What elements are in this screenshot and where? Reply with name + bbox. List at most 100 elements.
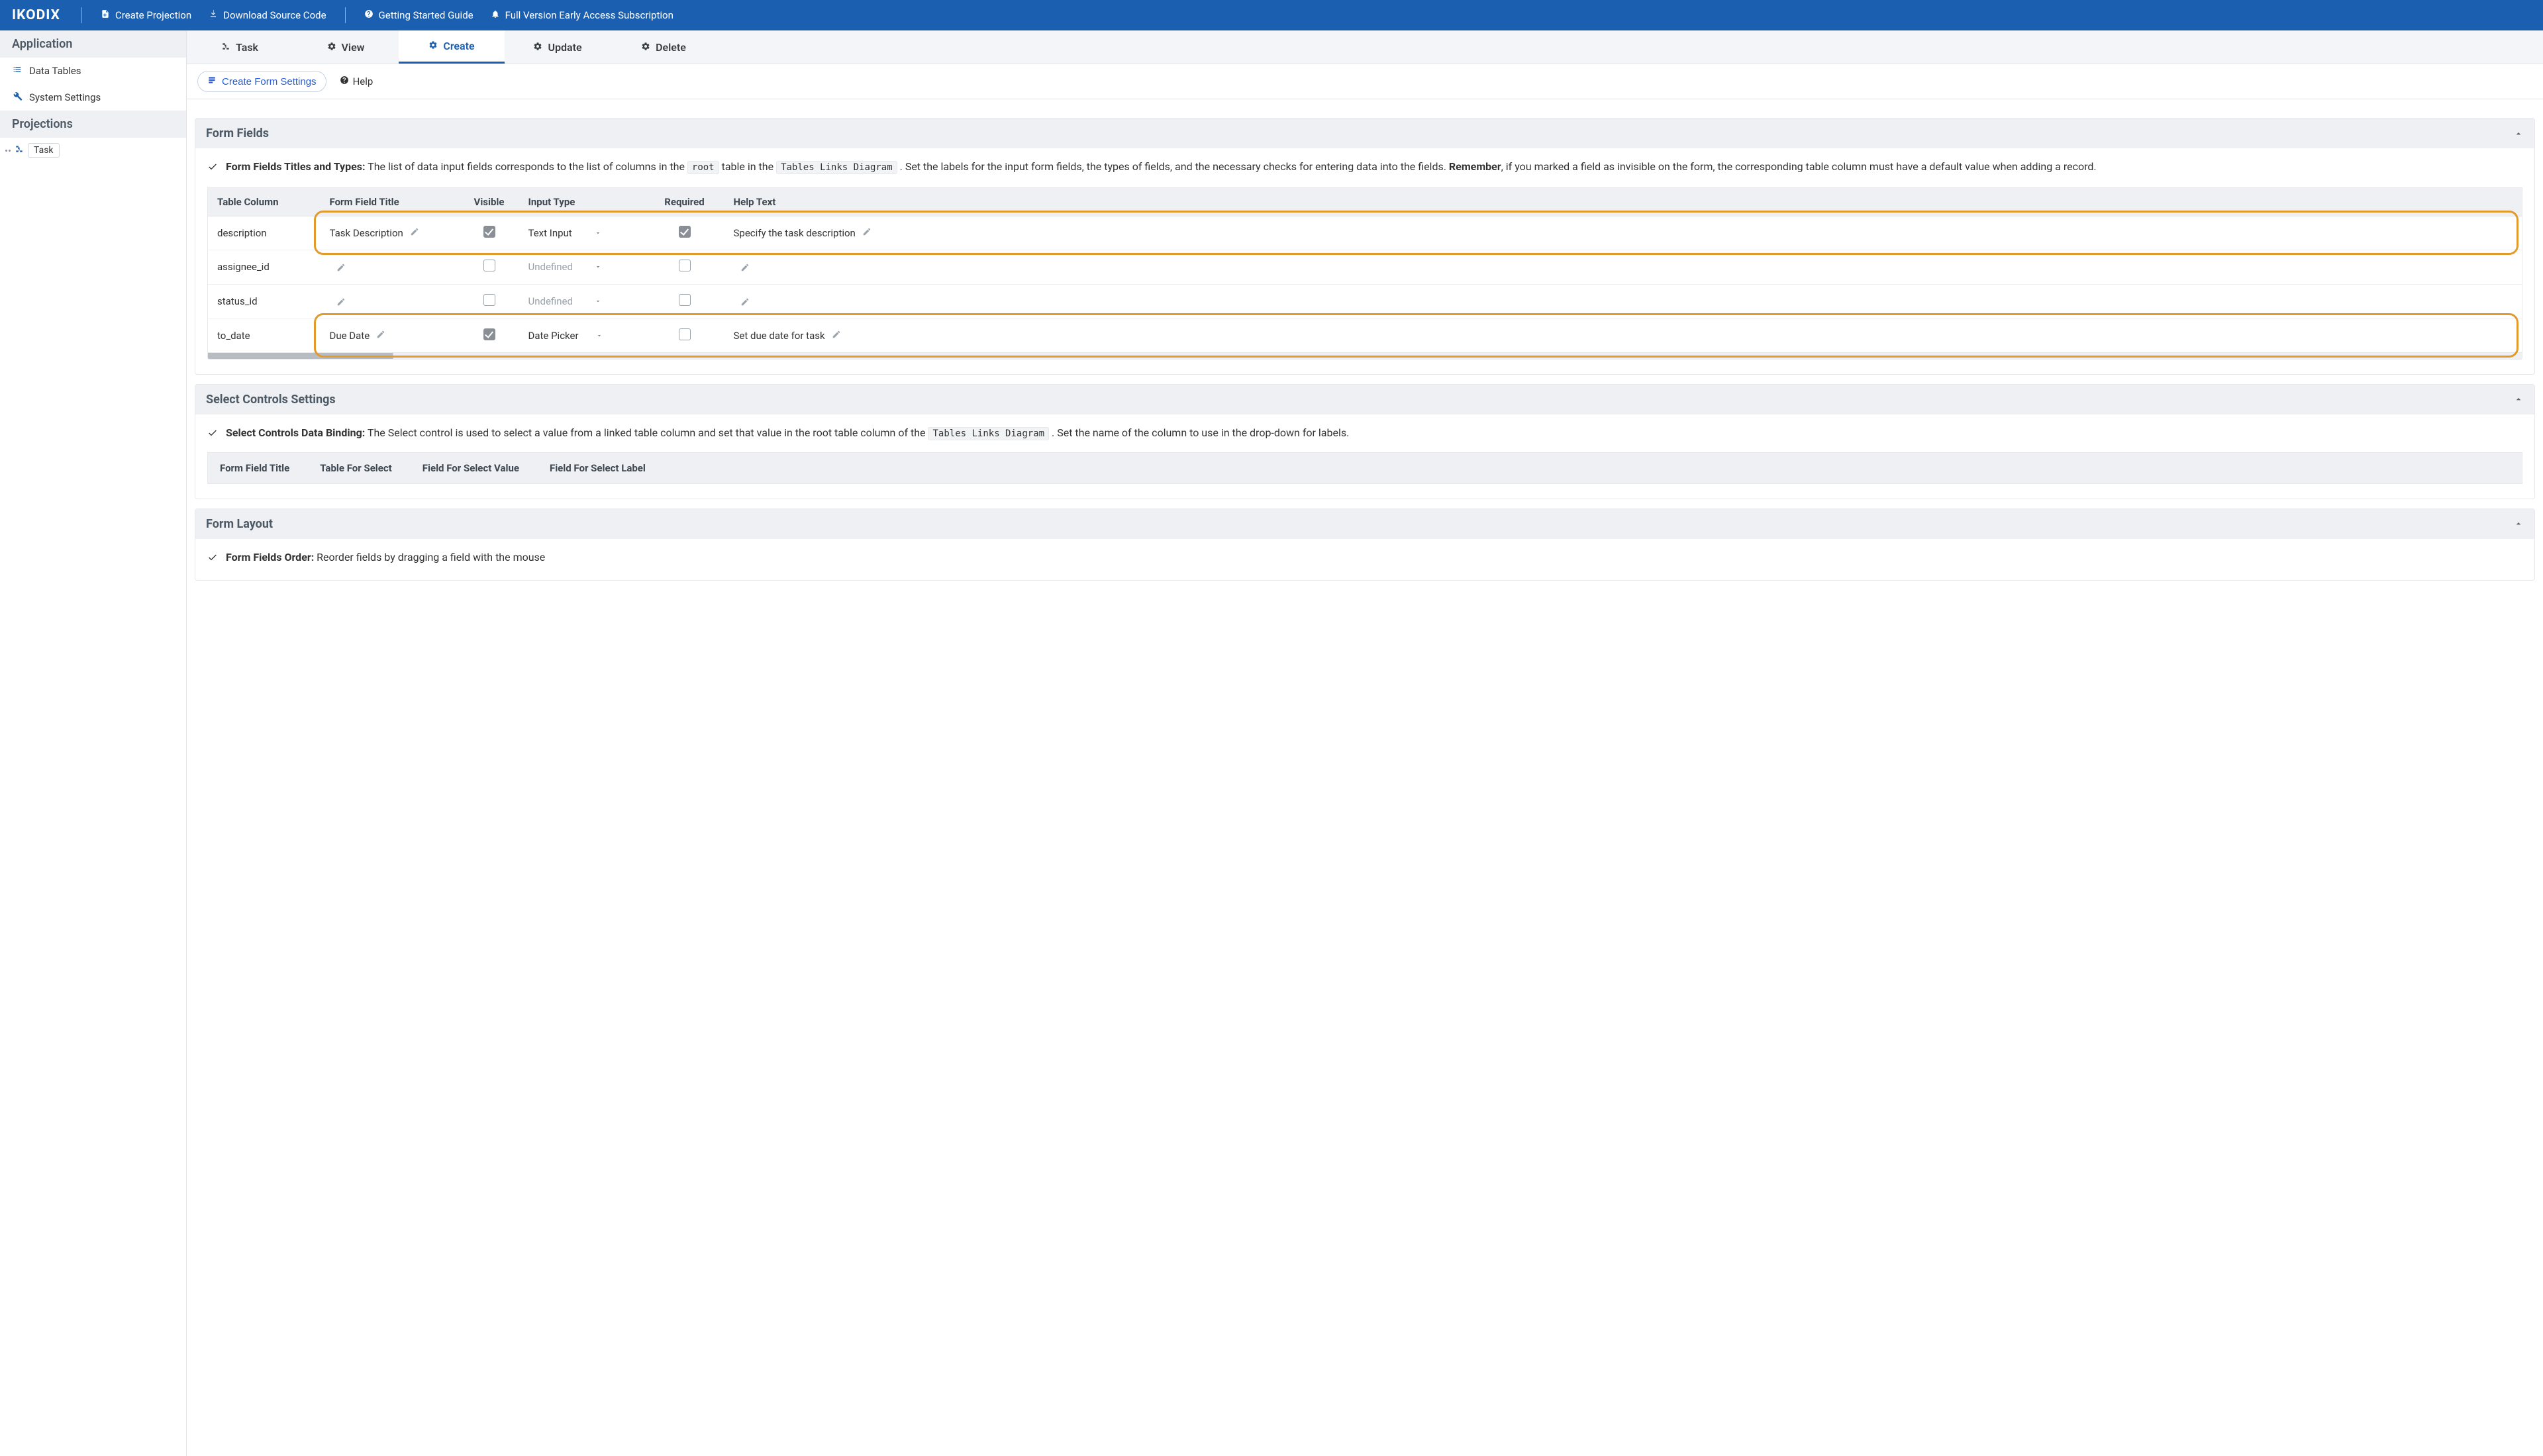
- horizontal-scroll-hint[interactable]: [207, 353, 2522, 360]
- projection-item-task[interactable]: Task: [0, 138, 186, 163]
- value: Set due date for task: [734, 330, 825, 342]
- cell-input-type[interactable]: Undefined: [519, 284, 645, 318]
- label: Full Version Early Access Subscription: [505, 9, 673, 21]
- checkbox[interactable]: [679, 328, 691, 340]
- label: Create Form Settings: [222, 76, 317, 87]
- label: Download Source Code: [223, 9, 326, 21]
- cell-table-column: assignee_id: [208, 250, 321, 284]
- cell-table-column: status_id: [208, 284, 321, 318]
- form-fields-description: Form Fields Titles and Types: The list o…: [226, 159, 2097, 175]
- cell-input-type[interactable]: Undefined: [519, 250, 645, 284]
- caret-down-icon: [595, 261, 601, 273]
- checkbox[interactable]: [483, 328, 495, 340]
- check-icon: [207, 552, 219, 565]
- create-projection-link[interactable]: Create Projection: [98, 5, 194, 25]
- value: Text Input: [528, 227, 572, 239]
- checkbox[interactable]: [679, 260, 691, 271]
- form-fields-table: Table Column Form Field Title Visible In…: [207, 187, 2522, 353]
- select-controls-columns: Form Field Title Table For Select Field …: [207, 452, 2522, 484]
- cell-field-title[interactable]: Task Description: [321, 216, 460, 250]
- cell-input-type[interactable]: Text Input: [519, 216, 645, 250]
- table-row: descriptionTask DescriptionText InputSpe…: [208, 216, 2522, 250]
- th-table-column: Table Column: [208, 187, 321, 216]
- tab-task[interactable]: Task: [187, 32, 293, 63]
- gear-icon: [533, 41, 542, 54]
- panel-form-fields: Form Fields Form Fields Titles and Types…: [195, 118, 2535, 375]
- download-source-link[interactable]: Download Source Code: [206, 5, 328, 25]
- cell-required[interactable]: [645, 216, 724, 250]
- pencil-icon[interactable]: [740, 263, 750, 275]
- value: Due Date: [330, 330, 370, 342]
- tab-label: Delete: [656, 41, 686, 54]
- checkbox[interactable]: [483, 226, 495, 238]
- cell-visible[interactable]: [460, 216, 519, 250]
- projection-chip[interactable]: Task: [28, 143, 60, 158]
- cell-input-type[interactable]: Date Picker: [519, 318, 645, 352]
- pencil-icon[interactable]: [336, 297, 346, 309]
- checkbox[interactable]: [679, 294, 691, 306]
- th-visible: Visible: [460, 187, 519, 216]
- th-field-for-select-value: Field For Select Value: [423, 462, 519, 474]
- checkbox[interactable]: [483, 294, 495, 306]
- tree-icon: [15, 144, 24, 156]
- pencil-icon[interactable]: [862, 227, 872, 239]
- help-link[interactable]: Help: [340, 75, 374, 87]
- brand-logo: IKODIX: [12, 7, 60, 23]
- check-icon: [207, 162, 219, 175]
- tab-create[interactable]: Create: [399, 30, 505, 64]
- cell-field-title[interactable]: Due Date: [321, 318, 460, 352]
- panel-header-select-controls[interactable]: Select Controls Settings: [195, 385, 2534, 414]
- cell-required[interactable]: [645, 318, 724, 352]
- tab-delete[interactable]: Delete: [611, 32, 717, 63]
- drag-handle-icon[interactable]: [5, 150, 11, 152]
- tab-view[interactable]: View: [293, 32, 399, 63]
- pencil-icon[interactable]: [832, 330, 841, 342]
- value: Undefined: [528, 295, 573, 307]
- pencil-icon[interactable]: [410, 227, 419, 239]
- sidebar-item-label: System Settings: [29, 91, 101, 103]
- cell-help-text[interactable]: [724, 250, 2522, 284]
- sidebar-item-system-settings[interactable]: System Settings: [0, 84, 186, 111]
- label: Getting Started Guide: [379, 9, 474, 21]
- form-layout-description: Form Fields Order: Reorder fields by dra…: [226, 550, 545, 566]
- th-help-text: Help Text: [724, 187, 2522, 216]
- pencil-icon[interactable]: [376, 330, 385, 342]
- full-version-link[interactable]: Full Version Early Access Subscription: [488, 5, 676, 25]
- content: Task View Create Update Delete: [187, 30, 2543, 1456]
- table-row: to_dateDue DateDate PickerSet due date f…: [208, 318, 2522, 352]
- bell-icon: [491, 9, 500, 21]
- cell-required[interactable]: [645, 284, 724, 318]
- panel-header-form-fields[interactable]: Form Fields: [195, 119, 2534, 148]
- gear-icon: [641, 41, 650, 54]
- cell-field-title[interactable]: [321, 250, 460, 284]
- create-form-settings-button[interactable]: Create Form Settings: [197, 71, 326, 92]
- divider: [345, 7, 346, 23]
- tab-update[interactable]: Update: [505, 32, 611, 63]
- tab-label: Create: [443, 40, 474, 52]
- cell-help-text[interactable]: Set due date for task: [724, 318, 2522, 352]
- panel-header-form-layout[interactable]: Form Layout: [195, 509, 2534, 539]
- cell-required[interactable]: [645, 250, 724, 284]
- cell-visible[interactable]: [460, 318, 519, 352]
- th-table-for-select: Table For Select: [320, 462, 392, 474]
- checkbox[interactable]: [679, 226, 691, 238]
- sidebar-item-label: Data Tables: [29, 65, 81, 77]
- caret-down-icon: [595, 295, 601, 307]
- table-row: status_id Undefined: [208, 284, 2522, 318]
- cell-help-text[interactable]: Specify the task description: [724, 216, 2522, 250]
- cell-help-text[interactable]: [724, 284, 2522, 318]
- caret-down-icon: [595, 227, 601, 239]
- checkbox[interactable]: [483, 260, 495, 271]
- value: Undefined: [528, 261, 573, 273]
- cell-visible[interactable]: [460, 250, 519, 284]
- pencil-icon[interactable]: [336, 263, 346, 275]
- cell-field-title[interactable]: [321, 284, 460, 318]
- label: Help: [353, 75, 374, 87]
- panel-form-layout: Form Layout Form Fields Order: Reorder f…: [195, 509, 2535, 581]
- sidebar-item-data-tables[interactable]: Data Tables: [0, 58, 186, 84]
- cell-visible[interactable]: [460, 284, 519, 318]
- tab-label: Update: [548, 41, 581, 54]
- pencil-icon[interactable]: [740, 297, 750, 309]
- getting-started-link[interactable]: Getting Started Guide: [362, 5, 476, 25]
- panel-title: Select Controls Settings: [206, 393, 336, 407]
